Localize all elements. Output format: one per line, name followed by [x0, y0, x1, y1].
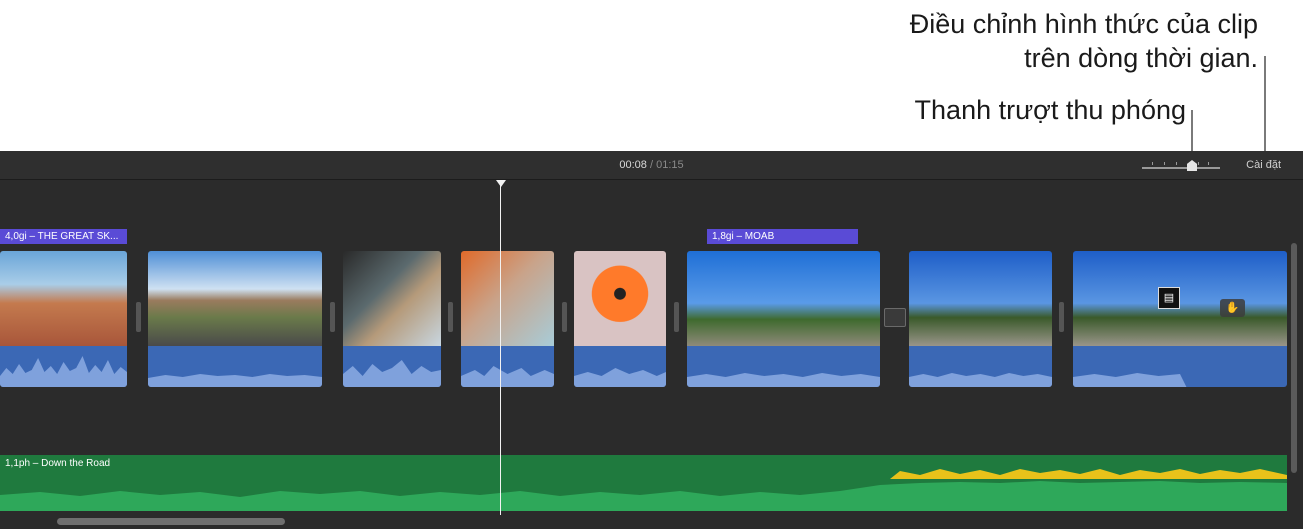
timecode: 00:08 / 01:15	[0, 159, 1303, 171]
current-time: 00:08	[619, 159, 647, 171]
zoom-tick	[1176, 162, 1177, 165]
clip-thumbnail	[148, 251, 322, 346]
zoom-tick	[1198, 162, 1199, 165]
zoom-tick	[1208, 162, 1209, 165]
clip-thumbnail	[1073, 251, 1287, 346]
clip-thumbnail	[574, 251, 666, 346]
video-clip[interactable]	[574, 251, 666, 387]
settings-button[interactable]: Cài đặt	[1246, 159, 1281, 171]
total-time: 01:15	[656, 159, 684, 171]
clip-title-moab[interactable]: 1,8gi – MOAB	[707, 229, 858, 244]
music-track[interactable]: 1,1ph – Down the Road	[0, 455, 1287, 511]
playhead-line[interactable]	[500, 182, 501, 515]
zoom-tick	[1164, 162, 1165, 165]
video-clip[interactable]	[461, 251, 554, 387]
appearance-callout-line2: trên dòng thời gian.	[1024, 43, 1258, 73]
clip-audio-waveform	[461, 346, 554, 387]
appearance-callout-line1: Điều chỉnh hình thức của clip	[909, 9, 1258, 39]
clip-audio-waveform	[0, 346, 127, 387]
video-clip[interactable]	[1073, 251, 1287, 387]
video-clip[interactable]	[687, 251, 880, 387]
timeline-topbar: 00:08 / 01:15 Cài đặt	[0, 151, 1303, 180]
clip-thumbnail	[343, 251, 441, 346]
clip-audio-waveform	[687, 346, 880, 387]
zoom-slider-callout: Thanh trượt thu phóng	[914, 95, 1186, 125]
clip-audio-waveform	[909, 346, 1052, 387]
zoom-slider-track[interactable]	[1142, 162, 1220, 169]
video-clip[interactable]	[148, 251, 322, 387]
clip-audio-waveform	[574, 346, 666, 387]
music-track-label: 1,1ph – Down the Road	[5, 458, 111, 469]
clip-divider[interactable]	[562, 302, 567, 332]
clip-thumbnail	[687, 251, 880, 346]
horizontal-scrollbar[interactable]	[57, 518, 285, 525]
hand-icon[interactable]: ✋	[1220, 299, 1245, 317]
clip-divider[interactable]	[1059, 302, 1064, 332]
clip-divider[interactable]	[136, 302, 141, 332]
clip-thumbnail	[909, 251, 1052, 346]
video-clip[interactable]	[909, 251, 1052, 387]
video-clip[interactable]	[343, 251, 441, 387]
clip-thumbnail	[461, 251, 554, 346]
film-clip-icon[interactable]: ▤	[1158, 287, 1180, 309]
clip-audio-waveform	[343, 346, 441, 387]
clip-divider[interactable]	[448, 302, 453, 332]
appearance-callout: Điều chỉnh hình thức của clip trên dòng …	[910, 7, 1258, 75]
playhead-marker[interactable]	[496, 180, 506, 187]
video-clip[interactable]	[0, 251, 127, 387]
zoom-tick	[1152, 162, 1153, 165]
clip-title-first[interactable]: 4,0gi – THE GREAT SK...	[0, 229, 127, 244]
appearance-leader-line	[1264, 56, 1266, 156]
vertical-scrollbar[interactable]	[1291, 243, 1297, 473]
timeline-panel: 00:08 / 01:15 Cài đặt 4,0gi – THE GREAT …	[0, 151, 1303, 529]
clip-thumbnail	[0, 251, 127, 346]
clip-audio-waveform	[1073, 346, 1287, 387]
clip-divider[interactable]	[330, 302, 335, 332]
clip-audio-waveform	[148, 346, 322, 387]
time-separator: /	[649, 159, 654, 171]
transition-icon[interactable]	[884, 308, 906, 327]
clip-divider[interactable]	[674, 302, 679, 332]
